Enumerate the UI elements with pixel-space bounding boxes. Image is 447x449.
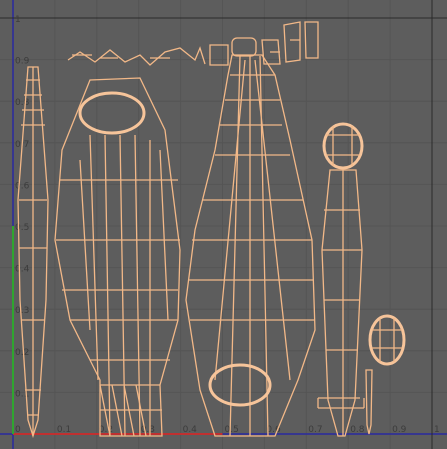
x-axis-label: 0.9 — [392, 425, 407, 435]
uv-axes — [0, 0, 447, 449]
y-axis-label: 0.6 — [15, 181, 30, 191]
uv-wireframe[interactable] — [17, 21, 406, 439]
uv-shell-body-center[interactable] — [185, 37, 316, 437]
uv-shell-stick[interactable] — [365, 369, 373, 435]
uv-shell-spindle[interactable] — [17, 66, 49, 439]
y-axis-label: 0.5 — [15, 223, 29, 233]
x-axis-label: 0.2 — [99, 425, 113, 435]
x-axis-label: 0.7 — [308, 425, 322, 435]
x-axis-label: 0.3 — [141, 425, 155, 435]
x-axis-label: 0 — [15, 425, 21, 435]
x-axis-label: 0.8 — [350, 425, 365, 435]
uv-shell-fragments[interactable] — [67, 21, 319, 66]
x-axis-label: 1 — [434, 425, 440, 435]
y-axis-label: 0.9 — [15, 57, 30, 67]
uv-shell-small-oval[interactable] — [368, 314, 406, 366]
y-axis-label: 0.3 — [15, 306, 29, 316]
y-axis-label: 0.8 — [15, 98, 30, 108]
uv-grid-canvas[interactable]: 0 0.1 0.2 0.3 0.4 0.5 0.6 0.7 0.8 0.9 1 0.1 0.2 0.3 0.… — [0, 0, 447, 449]
y-axis-label: 0.2 — [15, 348, 29, 358]
x-axis-label: 0.1 — [57, 425, 71, 435]
uv-editor-viewport[interactable]: 0 0.1 0.2 0.3 0.4 0.5 0.6 0.7 0.8 0.9 1 0.1 0.2 0.3 0.… — [0, 0, 447, 449]
uv-shell-figure-right[interactable] — [317, 122, 365, 437]
x-axis-label: 0.4 — [183, 425, 198, 435]
uv-grid — [0, 0, 447, 449]
y-axis-label: 0.1 — [15, 389, 29, 399]
y-axis-label: 0.4 — [15, 265, 30, 275]
x-axis-label: 0.5 — [225, 425, 239, 435]
uv-shell-body-left[interactable] — [54, 77, 181, 437]
y-axis-label: 1 — [15, 15, 21, 25]
